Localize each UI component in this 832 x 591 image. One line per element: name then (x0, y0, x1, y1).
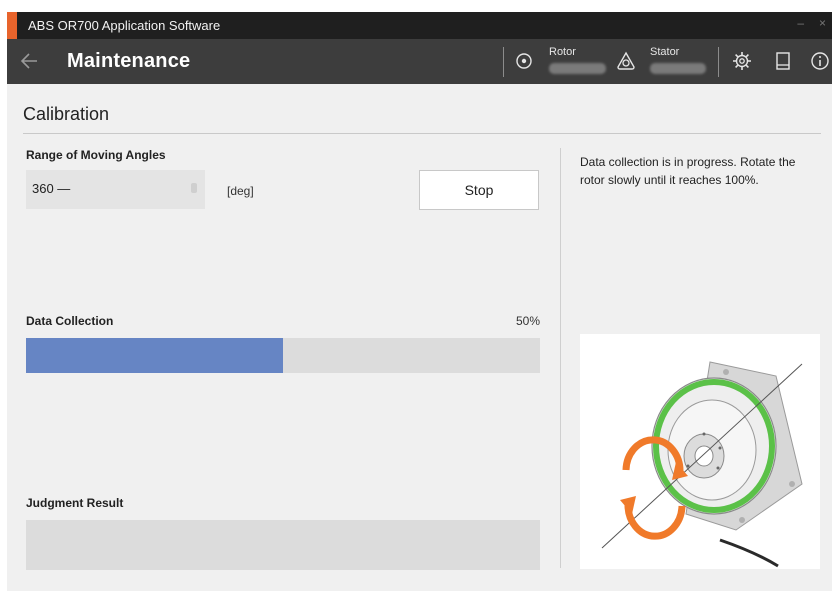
stop-button[interactable]: Stop (419, 170, 539, 210)
range-angle-select[interactable]: 360 — (26, 170, 205, 209)
minimize-button[interactable]: – (797, 16, 804, 30)
heading-divider (23, 133, 821, 134)
header-separator (718, 47, 719, 77)
close-button[interactable]: × (819, 16, 826, 30)
app-window: ABS OR700 Application Software – × Maint… (7, 12, 832, 591)
progress-percent: 50% (515, 314, 540, 328)
document-icon[interactable] (772, 50, 794, 72)
stator-icon (615, 50, 637, 72)
window-title: ABS OR700 Application Software (28, 18, 221, 33)
rotor-serial-blurred (549, 63, 606, 74)
header-separator (503, 47, 504, 77)
gear-icon[interactable] (731, 50, 753, 72)
panel-divider (560, 148, 561, 568)
instruction-text: Data collection is in progress. Rotate t… (580, 155, 796, 187)
data-collection-progress-bar (26, 338, 540, 373)
range-unit: [deg] (227, 184, 254, 198)
rotor-target-icon (513, 50, 535, 72)
title-accent-strip (7, 12, 17, 39)
data-collection-label: Data Collection (26, 314, 114, 328)
section-heading: Calibration (23, 104, 110, 124)
back-arrow-icon[interactable] (19, 49, 41, 73)
judgment-result-box (26, 520, 540, 570)
app-header: Maintenance Rotor Stator (7, 39, 832, 84)
title-bar: ABS OR700 Application Software – × (7, 12, 832, 39)
stator-label: Stator (650, 46, 680, 58)
info-icon[interactable] (809, 50, 831, 72)
range-label: Range of Moving Angles (26, 148, 166, 162)
page-title: Maintenance (67, 50, 191, 72)
range-angle-value: 360 — (32, 181, 71, 196)
rotor-label: Rotor (549, 46, 576, 58)
stator-serial-blurred (650, 63, 706, 74)
judgment-label: Judgment Result (26, 496, 124, 510)
progress-fill (26, 338, 283, 373)
dropdown-arrow-icon (191, 183, 197, 193)
rotor-rotation-illustration (580, 334, 820, 569)
